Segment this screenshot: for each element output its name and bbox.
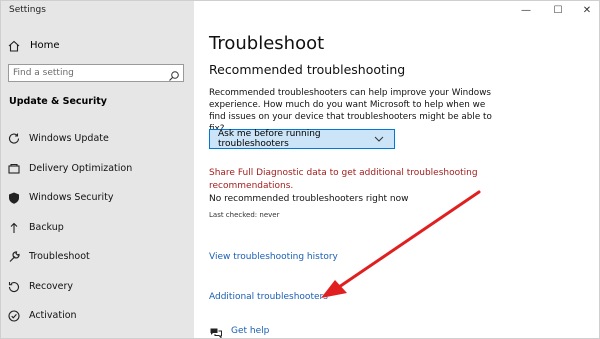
sidebar-item-label: Troubleshoot (29, 250, 90, 262)
sidebar-item-label: Activation (29, 309, 77, 321)
description-text: Recommended troubleshooters can help imp… (209, 88, 492, 134)
sidebar-home[interactable]: Home (7, 38, 60, 52)
sidebar-item-troubleshoot[interactable]: Troubleshoot (7, 249, 90, 263)
page-title: Troubleshoot (209, 33, 325, 54)
sidebar-item-backup[interactable]: Backup (7, 220, 64, 234)
get-help-label: Get help (231, 326, 270, 336)
recovery-icon (7, 279, 21, 293)
sidebar-item-delivery-optimization[interactable]: Delivery Optimization (7, 161, 132, 175)
search-field[interactable] (8, 64, 184, 82)
shield-icon (7, 190, 21, 204)
additional-troubleshooters-link[interactable]: Additional troubleshooters (209, 292, 328, 302)
refresh-icon (7, 131, 21, 145)
sidebar-item-windows-security[interactable]: Windows Security (7, 190, 113, 204)
section-heading: Recommended troubleshooting (209, 62, 406, 77)
activation-icon (7, 308, 21, 322)
diagnostic-data-link[interactable]: Share Full Diagnostic data to get additi… (209, 167, 479, 193)
sidebar: Settings Home Update & Security Windows … (1, 1, 194, 338)
sidebar-item-label: Delivery Optimization (29, 162, 133, 174)
sidebar-item-label: Recovery (29, 280, 74, 292)
maximize-button[interactable]: ☐ (551, 3, 565, 17)
minimize-button[interactable]: — (519, 3, 533, 17)
delivery-icon (7, 161, 21, 175)
section-title: Update & Security (9, 96, 107, 107)
get-help-link[interactable]: Get help (209, 324, 269, 338)
sidebar-item-label: Windows Security (29, 191, 114, 203)
main-panel: — ☐ ✕ Troubleshoot Recommended troublesh… (195, 1, 599, 338)
help-chat-icon (209, 324, 223, 338)
settings-window: Settings Home Update & Security Windows … (0, 0, 600, 339)
search-input[interactable] (9, 65, 163, 81)
chevron-down-icon (373, 133, 385, 148)
troubleshoot-preference-dropdown[interactable]: Ask me before running troubleshooters (209, 129, 395, 149)
sidebar-item-label: Windows Update (29, 132, 109, 144)
backup-icon (7, 220, 21, 234)
dropdown-value: Ask me before running troubleshooters (218, 129, 321, 149)
close-button[interactable]: ✕ (580, 3, 594, 17)
home-icon (7, 38, 21, 52)
view-history-link[interactable]: View troubleshooting history (209, 252, 338, 262)
sidebar-item-recovery[interactable]: Recovery (7, 279, 73, 293)
sidebar-home-label: Home (30, 39, 60, 51)
sidebar-item-windows-update[interactable]: Windows Update (7, 131, 109, 145)
sidebar-item-activation[interactable]: Activation (7, 308, 77, 322)
window-title: Settings (9, 5, 46, 15)
wrench-icon (7, 249, 21, 263)
last-checked-text: Last checked: never (209, 211, 280, 219)
search-icon[interactable] (168, 67, 180, 86)
sidebar-item-label: Backup (29, 221, 64, 233)
no-recommended-text: No recommended troubleshooters right now (209, 194, 409, 204)
